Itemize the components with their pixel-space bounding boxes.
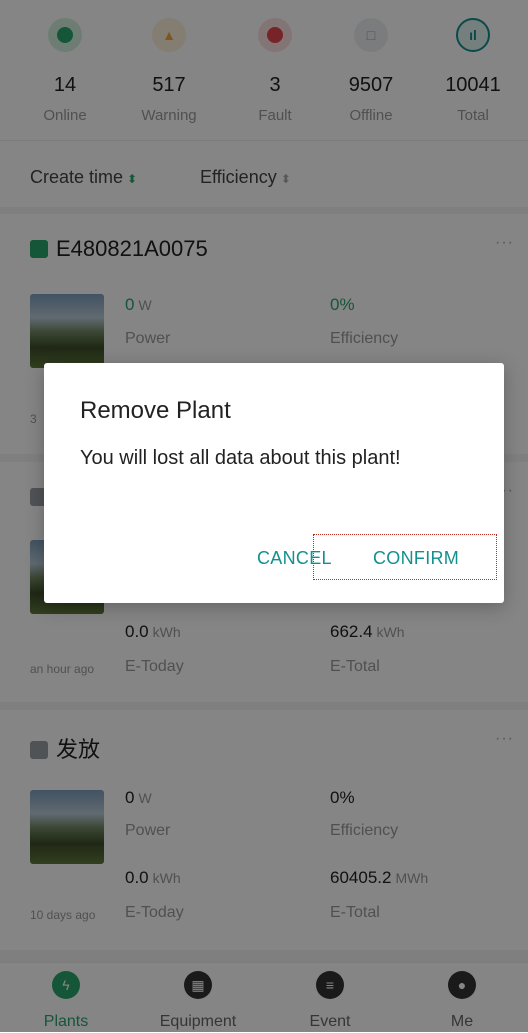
dialog-title: Remove Plant xyxy=(80,397,231,424)
plant-list-screen: 14 Online ▲ 517 Warning 3 Fault □ 9507 O… xyxy=(0,0,528,1033)
dialog-message: You will lost all data about this plant! xyxy=(80,447,401,469)
confirm-highlight-box xyxy=(313,534,497,580)
